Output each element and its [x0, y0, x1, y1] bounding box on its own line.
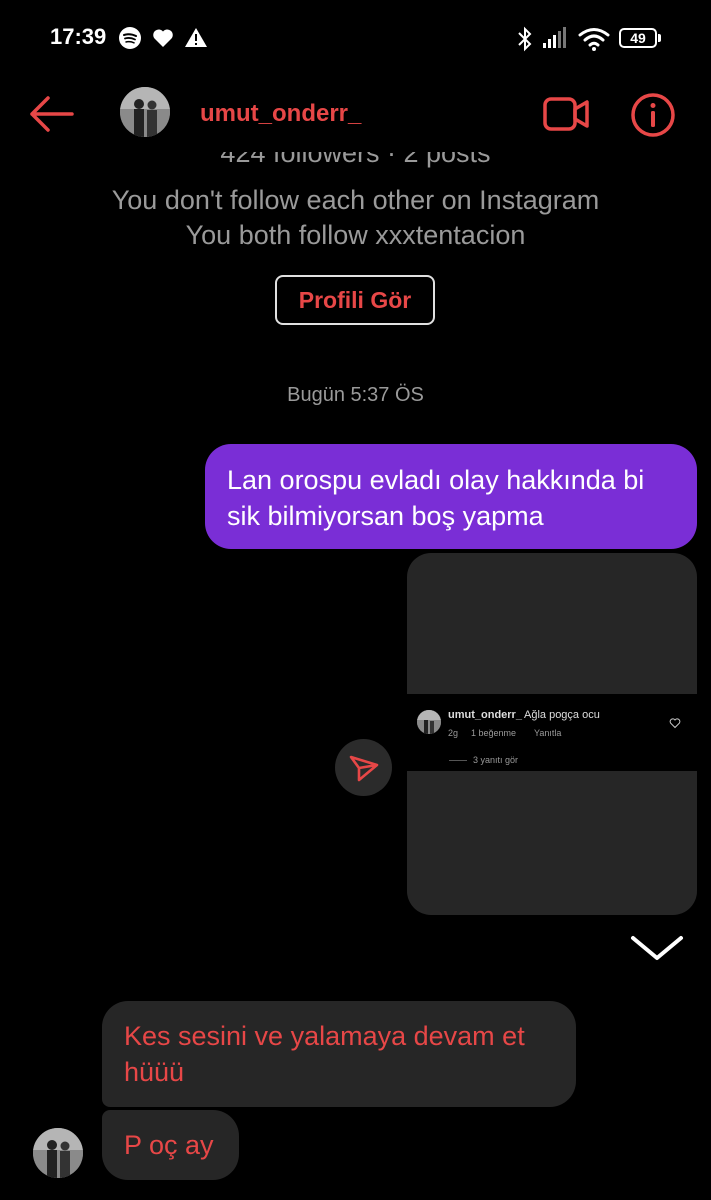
chevron-down-icon[interactable]: [630, 932, 684, 964]
comment-username: umut_onderr_: [448, 709, 522, 721]
video-call-icon[interactable]: [542, 94, 590, 134]
battery-tip: [658, 34, 661, 42]
bluetooth-icon: [518, 26, 532, 52]
reply-link: Yanıtla: [534, 728, 562, 738]
spotify-icon: [119, 27, 141, 49]
username[interactable]: umut_onderr_: [200, 100, 361, 128]
shared-post[interactable]: umut_onderr_ Ağla pogça ocu 2g 1 beğenme…: [407, 553, 697, 915]
share-button[interactable]: [335, 739, 392, 796]
mutual-follow: You both follow xxxtentacion: [185, 220, 526, 250]
heart-outline-icon: [669, 718, 681, 729]
view-replies: 3 yanıtı gör: [473, 755, 519, 765]
view-profile-button[interactable]: Profili Gör: [275, 275, 435, 325]
chat-header: umut_onderr_: [0, 80, 711, 150]
comment-avatar: [417, 710, 441, 734]
send-icon: [349, 755, 379, 782]
comment-age: 2g: [448, 728, 459, 738]
followers-count: 424 followers · 2 posts: [220, 152, 491, 168]
received-message[interactable]: P oç ay: [102, 1110, 239, 1180]
comment-preview: umut_onderr_ Ağla pogça ocu 2g 1 beğenme…: [407, 694, 697, 771]
heart-icon: [153, 29, 173, 47]
status-time: 17:39: [50, 24, 107, 49]
avatar[interactable]: [120, 87, 170, 137]
battery-icon: 49: [619, 28, 657, 48]
wifi-icon: [578, 28, 610, 51]
comment-likes: 1 beğenme: [471, 728, 517, 738]
follow-status: You don't follow each other on Instagram: [111, 185, 600, 215]
status-bar: 17:39 49: [0, 0, 711, 78]
comment-text: Ağla pogça ocu: [524, 709, 600, 721]
warning-icon: [185, 28, 207, 47]
sent-message[interactable]: Lan orospu evladı olay hakkında bi sik b…: [205, 444, 697, 549]
signal-icon: [543, 27, 566, 48]
sender-avatar[interactable]: [33, 1128, 83, 1178]
reply-divider: [449, 760, 467, 761]
received-message[interactable]: Kes sesini ve yalamaya devam et hüüü: [102, 1001, 576, 1107]
back-arrow-icon[interactable]: [26, 94, 76, 134]
info-icon[interactable]: [630, 92, 676, 138]
message-timestamp: Bugün 5:37 ÖS: [287, 384, 424, 406]
